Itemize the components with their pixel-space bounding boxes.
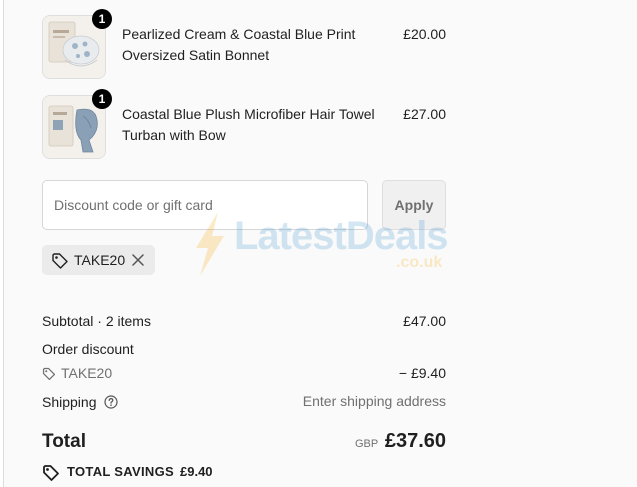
total-amount: £37.60 <box>384 430 446 452</box>
applied-discount-chip: TAKE20 <box>42 245 155 275</box>
checkout-order-summary: 1 Pearlized Cream & Coastal Blue Print O… <box>0 0 637 487</box>
total-savings-amount: £9.40 <box>180 464 213 479</box>
tag-icon <box>43 465 59 481</box>
tag-icon <box>52 253 68 269</box>
shipping-value: Enter shipping address <box>302 393 446 409</box>
total-label: Total <box>42 431 86 452</box>
order-discount-label: Order discount <box>42 341 134 357</box>
subtotal-value: £47.00 <box>403 313 446 329</box>
product-price: £27.00 <box>403 106 446 122</box>
order-discount-value: − £9.40 <box>398 365 446 381</box>
total-currency: GBP <box>355 438 379 450</box>
order-discount-code: TAKE20 <box>61 365 113 381</box>
product-price: £20.00 <box>403 26 446 42</box>
product-title: Coastal Blue Plush Microfiber Hair Towel… <box>122 106 375 143</box>
total-savings-label: TOTAL SAVINGS <box>67 464 174 479</box>
discount-code-input[interactable] <box>42 180 368 230</box>
product-title: Pearlized Cream & Coastal Blue Print Ove… <box>122 26 356 63</box>
close-icon[interactable] <box>131 253 145 267</box>
shipping-row: Shipping <box>42 393 118 410</box>
quantity-badge: 1 <box>92 89 112 109</box>
apply-discount-button[interactable]: Apply <box>382 180 446 230</box>
applied-discount-code: TAKE20 <box>74 252 126 268</box>
shipping-label: Shipping <box>42 394 97 410</box>
tag-icon <box>42 367 56 381</box>
quantity-badge: 1 <box>92 9 112 29</box>
help-icon[interactable] <box>104 395 118 409</box>
subtotal-label: Subtotal · 2 items <box>42 313 151 329</box>
